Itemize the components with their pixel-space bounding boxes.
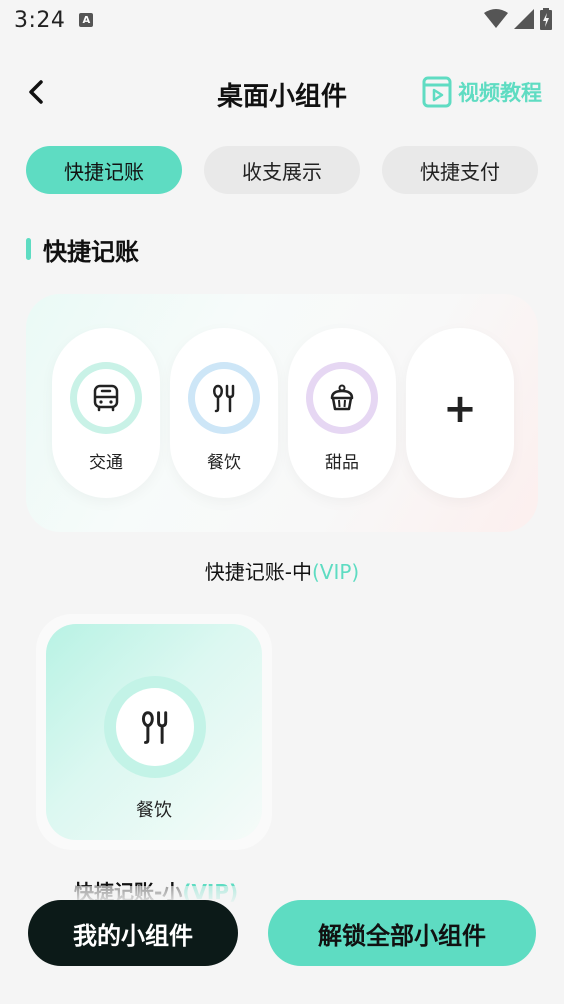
notification-icon: A	[79, 13, 94, 27]
header: 桌面小组件 视频教程	[0, 62, 564, 122]
video-book-icon	[422, 76, 452, 108]
quick-item-label: 甜品	[325, 453, 359, 473]
quick-item-label: 餐饮	[207, 453, 241, 473]
tab-quick-bookkeeping[interactable]: 快捷记账	[26, 146, 182, 194]
quick-item-icon-ring	[70, 362, 142, 434]
tab-quick-pay[interactable]: 快捷支付	[382, 146, 538, 194]
cupcake-icon	[330, 384, 354, 411]
quick-item-dessert[interactable]: 甜品	[288, 328, 396, 498]
small-widget-icon-ring	[104, 676, 206, 778]
small-widget-preview[interactable]: 餐饮	[36, 614, 272, 850]
quick-item-dining[interactable]: 餐饮	[170, 328, 278, 498]
quick-item-icon-ring	[188, 362, 260, 434]
tab-income-expense[interactable]: 收支展示	[204, 146, 360, 194]
wifi-icon	[484, 9, 508, 28]
status-icons	[484, 8, 552, 30]
medium-widget-preview[interactable]: 交通 餐饮 甜品 +	[26, 294, 538, 532]
add-quick-item-button[interactable]: +	[406, 328, 514, 498]
video-tutorial-link[interactable]: 视频教程	[422, 74, 542, 110]
small-widget-label: 餐饮	[136, 800, 172, 821]
medium-widget-caption: 快捷记账-中(VIP)	[0, 556, 564, 585]
status-bar: 3:24 A	[0, 0, 564, 40]
bottom-action-bar: 我的小组件 解锁全部小组件	[0, 886, 564, 1004]
my-widgets-button[interactable]: 我的小组件	[28, 900, 238, 966]
section-accent-bar	[26, 238, 31, 260]
bus-icon	[93, 384, 119, 412]
section-title: 快捷记账	[43, 237, 139, 266]
utensils-icon	[213, 384, 235, 413]
vip-tag: (VIP)	[311, 560, 360, 584]
small-widget-body: 餐饮	[46, 624, 262, 840]
medium-widget-caption-text: 快捷记账-中	[204, 560, 312, 584]
unlock-all-widgets-button[interactable]: 解锁全部小组件	[268, 900, 536, 966]
signal-icon	[514, 9, 534, 29]
quick-item-transport[interactable]: 交通	[52, 328, 160, 498]
status-time: 3:24	[14, 7, 66, 33]
battery-icon	[540, 8, 552, 30]
widget-tabs: 快捷记账 收支展示 快捷支付	[26, 146, 538, 194]
video-tutorial-label: 视频教程	[458, 81, 542, 105]
plus-icon: +	[443, 386, 477, 432]
quick-item-icon-ring	[306, 362, 378, 434]
utensils-icon	[141, 711, 168, 744]
quick-item-label: 交通	[89, 453, 123, 473]
section-header: 快捷记账	[26, 232, 139, 266]
